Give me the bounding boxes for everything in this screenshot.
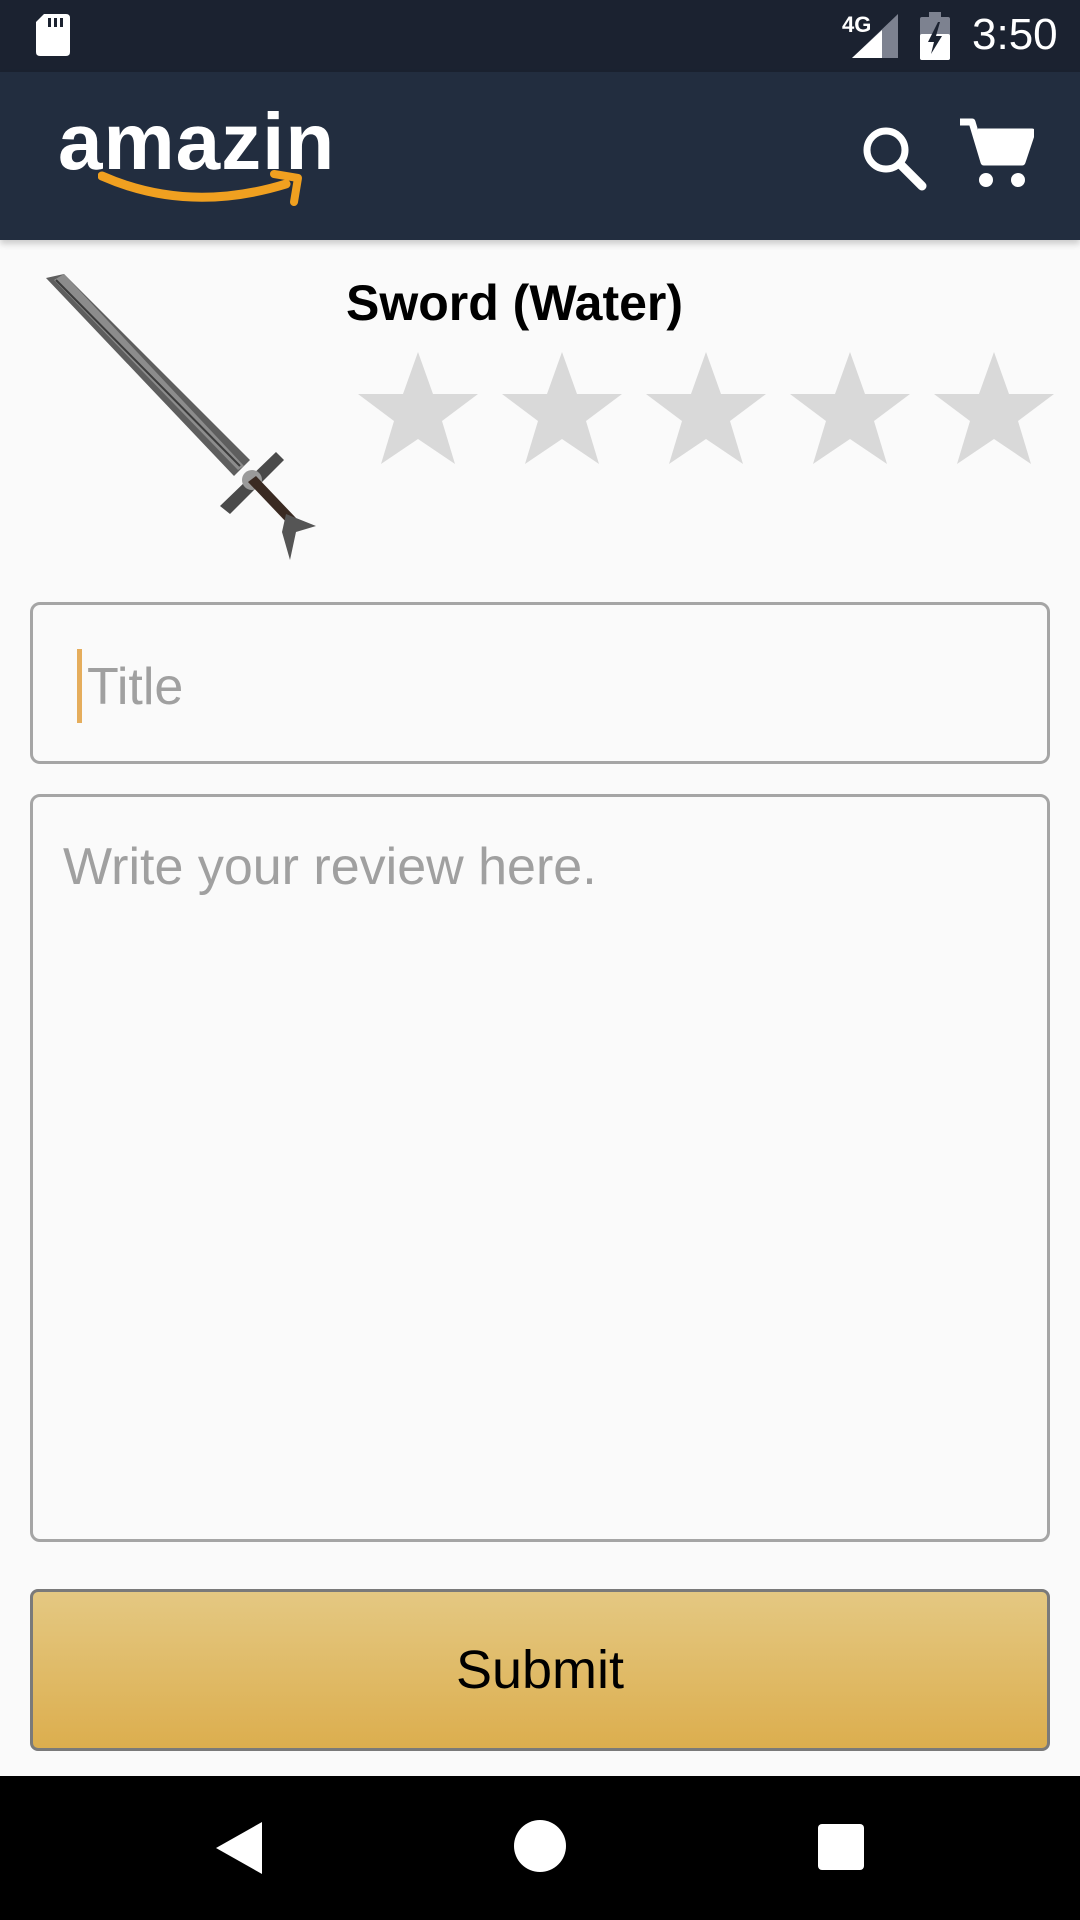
navigation-bar xyxy=(0,1776,1080,1920)
star-1-icon[interactable] xyxy=(356,348,480,468)
recents-icon[interactable] xyxy=(818,1824,864,1870)
back-icon[interactable] xyxy=(214,1820,264,1876)
review-placeholder: Write your review here. xyxy=(63,838,597,896)
text-cursor xyxy=(77,649,82,723)
product-name: Sword (Water) xyxy=(346,275,684,331)
product-image xyxy=(46,274,316,560)
app-bar: amazin xyxy=(0,72,1080,240)
star-3-icon[interactable] xyxy=(644,348,768,468)
signal-icon xyxy=(852,14,898,58)
star-4-icon[interactable] xyxy=(788,348,912,468)
search-icon[interactable] xyxy=(858,122,928,192)
submit-label: Submit xyxy=(455,1640,625,1700)
review-body-input[interactable]: Write your review here. xyxy=(30,794,1050,1542)
review-title-input[interactable]: Title xyxy=(30,602,1050,764)
star-2-icon[interactable] xyxy=(500,348,624,468)
title-placeholder: Title xyxy=(87,658,184,716)
cart-icon[interactable] xyxy=(958,116,1034,192)
star-rating[interactable] xyxy=(356,348,1056,468)
sd-card-icon xyxy=(36,14,70,56)
status-bar: 4G 3:50 xyxy=(0,0,1080,72)
clock: 3:50 xyxy=(972,10,1058,59)
home-icon[interactable] xyxy=(514,1820,566,1872)
app-logo[interactable]: amazin xyxy=(58,102,348,212)
submit-button[interactable]: Submit xyxy=(30,1589,1050,1751)
logo-smile-icon xyxy=(98,170,302,206)
star-5-icon[interactable] xyxy=(932,348,1056,468)
battery-icon xyxy=(920,12,950,60)
